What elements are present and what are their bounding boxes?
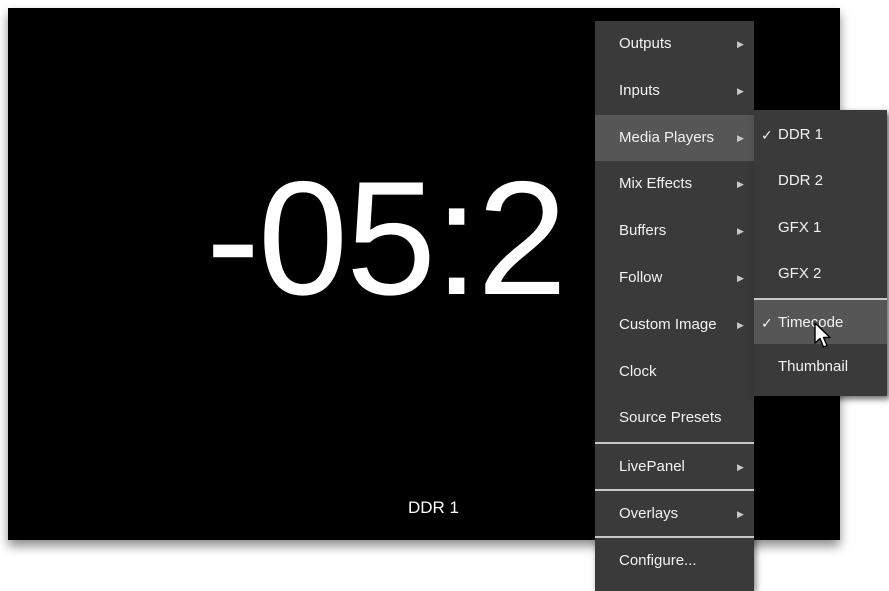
menu-item-label: Media Players bbox=[619, 128, 715, 146]
submenu-item-label: GFX 1 bbox=[778, 218, 822, 236]
submenu-arrow-icon: ▶ bbox=[737, 226, 744, 237]
submenu-item-thumbnail[interactable]: Thumbnail bbox=[754, 344, 887, 390]
submenu-item-gfx-1[interactable]: GFX 1 bbox=[754, 205, 887, 251]
menu-item-clock[interactable]: Clock bbox=[595, 349, 754, 396]
submenu-item-label: DDR 2 bbox=[778, 172, 824, 190]
menu-item-inputs[interactable]: Inputs ▶ bbox=[595, 68, 754, 115]
menu-item-media-players[interactable]: Media Players ▶ bbox=[595, 114, 754, 162]
submenu-item-label: DDR 1 bbox=[778, 126, 824, 143]
submenu-item-gfx-2[interactable]: GFX 2 bbox=[754, 251, 887, 297]
submenu-item-ddr-2[interactable]: DDR 2 bbox=[754, 158, 887, 204]
media-players-submenu: ✓ DDR 1 DDR 2 GFX 1 GFX 2 ✓ Timecode Thu… bbox=[754, 110, 887, 396]
menu-item-outputs[interactable]: Outputs ▶ bbox=[595, 21, 754, 68]
submenu-arrow-icon: ▶ bbox=[737, 508, 744, 519]
menu-item-livepanel[interactable]: LivePanel ▶ bbox=[595, 442, 754, 489]
menu-item-label: Configure... bbox=[619, 551, 697, 569]
menu-item-mix-effects[interactable]: Mix Effects ▶ bbox=[595, 161, 754, 208]
checkmark-icon: ✓ bbox=[761, 127, 773, 143]
mouse-pointer-icon bbox=[814, 322, 831, 348]
menu-item-source-presets[interactable]: Source Presets bbox=[595, 395, 754, 442]
menu-item-label: Overlays bbox=[619, 504, 679, 522]
timecode-display: -05:2 bbox=[206, 148, 567, 329]
menu-item-label: Follow bbox=[619, 268, 663, 286]
menu-item-custom-image[interactable]: Custom Image ▶ bbox=[595, 302, 754, 349]
submenu-item-label: Thumbnail bbox=[778, 357, 849, 375]
submenu-arrow-icon: ▶ bbox=[737, 85, 744, 96]
checkmark-icon: ✓ bbox=[761, 314, 773, 331]
menu-item-label: Custom Image bbox=[619, 315, 717, 333]
submenu-arrow-icon: ▶ bbox=[737, 132, 744, 143]
menu-item-configure[interactable]: Configure... bbox=[595, 535, 754, 583]
menu-item-label: Mix Effects bbox=[619, 175, 693, 193]
submenu-arrow-icon: ▶ bbox=[737, 39, 744, 49]
submenu-item-label: GFX 2 bbox=[778, 265, 822, 283]
menu-item-label: Clock bbox=[619, 362, 657, 380]
menu-item-overlays[interactable]: Overlays ▶ bbox=[595, 488, 754, 536]
menu-item-label: Source Presets bbox=[619, 409, 722, 427]
menu-item-label: Buffers bbox=[619, 222, 667, 240]
submenu-arrow-icon: ▶ bbox=[737, 462, 744, 473]
menu-item-buffers[interactable]: Buffers ▶ bbox=[595, 208, 754, 255]
submenu-arrow-icon: ▶ bbox=[737, 319, 744, 330]
submenu-arrow-icon: ▶ bbox=[737, 179, 744, 190]
submenu-arrow-icon: ▶ bbox=[737, 272, 744, 283]
menu-item-label: LivePanel bbox=[619, 458, 685, 476]
menu-item-label: Inputs bbox=[619, 81, 660, 99]
menu-item-follow[interactable]: Follow ▶ bbox=[595, 255, 754, 302]
menu-item-label: Outputs bbox=[619, 35, 672, 52]
submenu-item-ddr-1[interactable]: ✓ DDR 1 bbox=[754, 112, 887, 158]
context-menu: Outputs ▶ Inputs ▶ Media Players ▶ Mix E… bbox=[595, 21, 754, 591]
